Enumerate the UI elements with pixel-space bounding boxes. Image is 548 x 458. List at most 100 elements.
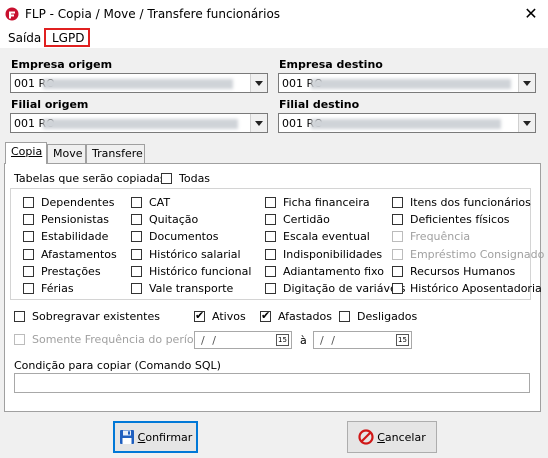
checkbox-box[interactable] (23, 283, 34, 294)
tab-copia[interactable]: Copia (5, 142, 47, 164)
checkbox-box[interactable] (265, 231, 276, 242)
chk-quitacao[interactable]: Quitação (131, 213, 198, 226)
chk-certidao[interactable]: Certidão (265, 213, 330, 226)
checkbox-box[interactable] (265, 266, 276, 277)
redacted-text (311, 119, 501, 129)
chk-dependentes[interactable]: Dependentes (23, 196, 115, 209)
calendar-icon[interactable]: 15 (396, 334, 409, 346)
checkbox-box[interactable] (14, 311, 25, 322)
afastados-checkbox[interactable]: Afastados (260, 309, 332, 323)
checkbox-box[interactable] (23, 214, 34, 225)
desligados-checkbox[interactable]: Desligados (339, 310, 417, 323)
chevron-down-icon[interactable] (518, 74, 535, 92)
chk-deficientes-fisicos[interactable]: Deficientes físicos (392, 213, 510, 226)
chk-ferias[interactable]: Férias (23, 282, 74, 295)
checkbox-box[interactable] (161, 173, 172, 184)
checkbox-box[interactable] (265, 283, 276, 294)
chk-label: Frequência (410, 230, 471, 243)
floppy-disk-icon (119, 430, 134, 444)
checkbox-box[interactable] (23, 197, 34, 208)
chk-historico-funcional[interactable]: Histórico funcional (131, 265, 251, 278)
redacted-text (311, 79, 511, 89)
empresa-destino-select[interactable]: 001 RO (278, 73, 536, 93)
tab-transfere[interactable]: Transfere (86, 144, 145, 163)
chk-historico-salarial[interactable]: Histórico salarial (131, 248, 241, 261)
checkmark-icon[interactable] (194, 309, 205, 322)
date-to-input[interactable]: / / 15 (313, 331, 412, 349)
chk-estabilidade[interactable]: Estabilidade (23, 230, 108, 243)
chk-label: Documentos (149, 230, 219, 243)
chevron-down-icon[interactable] (250, 74, 267, 92)
chk-documentos[interactable]: Documentos (131, 230, 218, 243)
date-from-input[interactable]: / / 15 (194, 331, 292, 349)
chk-label: Ficha financeira (283, 196, 370, 209)
checkbox-box[interactable] (265, 197, 276, 208)
ativos-checkbox[interactable]: Ativos (194, 309, 246, 323)
checkbox-box[interactable] (23, 249, 34, 260)
chk-label: Quitação (149, 213, 199, 226)
checkbox-box[interactable] (131, 231, 142, 242)
chk-vale-transporte[interactable]: Vale transporte (131, 282, 233, 295)
chk-indisponibilidades[interactable]: Indisponibilidades (265, 248, 382, 261)
tab-copia-label: Copia (11, 145, 43, 158)
tables-label: Tabelas que serão copiadas: (14, 172, 170, 185)
chk-pensionistas[interactable]: Pensionistas (23, 213, 109, 226)
checkbox-box[interactable] (131, 283, 142, 294)
filial-destino-select[interactable]: 001 RO (278, 113, 536, 133)
tab-move-label: Move (53, 147, 83, 160)
chk-ficha-financeira[interactable]: Ficha financeira (265, 196, 370, 209)
checkbox-box[interactable] (23, 231, 34, 242)
chk-label: Férias (41, 282, 74, 295)
checkbox-box[interactable] (131, 197, 142, 208)
chk-recursos-humanos[interactable]: Recursos Humanos (392, 265, 515, 278)
frequencia-periodo-checkbox: Somente Frequência do período: (14, 333, 211, 346)
window-title: FLP - Copia / Move / Transfere funcionár… (25, 7, 281, 21)
menu-item-lgpd[interactable]: LGPD (52, 31, 84, 45)
checkmark-icon[interactable] (260, 309, 271, 322)
checkbox-box[interactable] (392, 197, 403, 208)
chk-afastamentos[interactable]: Afastamentos (23, 248, 117, 261)
tab-transfere-label: Transfere (92, 147, 143, 160)
chk-itens-funcionarios[interactable]: Itens dos funcionários (392, 196, 531, 209)
chk-label: Certidão (283, 213, 330, 226)
checkbox-box[interactable] (131, 249, 142, 260)
chk-escala-eventual[interactable]: Escala eventual (265, 230, 370, 243)
checkbox-box (392, 249, 403, 260)
todas-checkbox[interactable]: Todas (161, 172, 210, 185)
filial-origem-select[interactable]: 001 RO (10, 113, 268, 133)
empresa-destino-label: Empresa destino (279, 58, 383, 71)
menu-item-saida[interactable]: Saída (8, 31, 41, 45)
checkbox-box[interactable] (265, 214, 276, 225)
close-button[interactable]: ✕ (520, 3, 542, 25)
calendar-icon[interactable]: 15 (276, 334, 289, 346)
chk-label: Histórico salarial (149, 248, 241, 261)
chevron-down-icon[interactable] (250, 114, 267, 132)
sql-label: Condição para copiar (Comando SQL) (14, 359, 221, 372)
chk-cat[interactable]: CAT (131, 196, 170, 209)
chk-label: Recursos Humanos (410, 265, 516, 278)
chk-label: Escala eventual (283, 230, 370, 243)
chevron-down-icon[interactable] (518, 114, 535, 132)
checkbox-box[interactable] (131, 266, 142, 277)
chk-adiantamento-fixo[interactable]: Adiantamento fixo (265, 265, 384, 278)
confirmar-button[interactable]: Confirmar (113, 421, 198, 453)
chk-label: Estabilidade (41, 230, 109, 243)
chk-prestacoes[interactable]: Prestações (23, 265, 101, 278)
chk-label: Empréstimo Consignado (410, 248, 545, 261)
checkbox-box[interactable] (392, 283, 403, 294)
checkbox-box[interactable] (23, 266, 34, 277)
sobregravar-label: Sobregravar existentes (32, 310, 160, 323)
checkbox-box[interactable] (339, 311, 350, 322)
chk-historico-aposentadoria[interactable]: Histórico Aposentadoria (392, 282, 542, 295)
chk-digitacao-variaveis[interactable]: Digitação de variáveis (265, 282, 406, 295)
checkbox-box[interactable] (131, 214, 142, 225)
empresa-origem-select[interactable]: 001 RO (10, 73, 268, 93)
sql-condition-input[interactable] (14, 373, 530, 393)
checkbox-box[interactable] (392, 214, 403, 225)
chk-label: Itens dos funcionários (410, 196, 531, 209)
sobregravar-checkbox[interactable]: Sobregravar existentes (14, 310, 160, 323)
checkbox-box[interactable] (392, 266, 403, 277)
checkbox-box[interactable] (265, 249, 276, 260)
tab-move[interactable]: Move (47, 144, 86, 163)
cancelar-button[interactable]: Cancelar (347, 421, 437, 453)
